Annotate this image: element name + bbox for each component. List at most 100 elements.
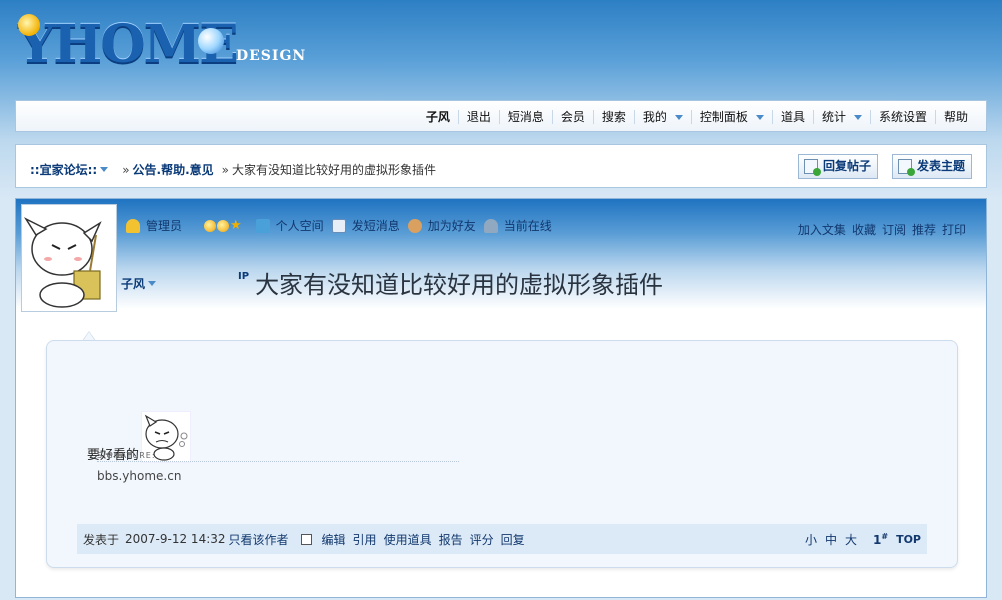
menu-item-members[interactable]: 会员: [551, 110, 593, 124]
breadcrumb-separator: »: [122, 162, 130, 177]
add-to-collection-link[interactable]: 加入文集: [798, 221, 846, 238]
menu-item-my[interactable]: 我的: [633, 110, 691, 124]
top-menu-bar: 子风 退出 短消息 会员 搜索 我的 控制面板 道具 统计 系统设置 帮助: [15, 100, 987, 132]
floor-mark: #: [881, 531, 889, 541]
menu-item-control-panel[interactable]: 控制面板: [690, 110, 772, 124]
rank-icons: ★: [204, 218, 248, 233]
menu-item-messages[interactable]: 短消息: [498, 110, 552, 124]
menu-label: 统计: [821, 110, 846, 124]
menu-item-username[interactable]: 子风: [418, 110, 458, 124]
recommend-link[interactable]: 推荐: [912, 221, 936, 238]
rate-link[interactable]: 评分: [470, 531, 494, 548]
personal-space-link[interactable]: 个人空间: [255, 217, 324, 234]
status-text: 当前在线: [503, 219, 552, 233]
link-label: 发短消息: [351, 219, 400, 233]
reply-link[interactable]: 回复: [501, 531, 525, 548]
menu-item-help[interactable]: 帮助: [934, 110, 976, 124]
font-size-small[interactable]: 小: [805, 531, 817, 548]
new-topic-button-label: 发表主题: [917, 159, 966, 173]
font-size-medium[interactable]: 中: [825, 531, 837, 548]
menu-item-tools[interactable]: 道具: [771, 110, 813, 124]
home-icon: [255, 218, 270, 233]
post-title: IP 大家有没知道比较好用的虚拟形象插件: [238, 265, 663, 300]
star-icon: ★: [230, 218, 242, 233]
post-container: 管理员 ★ 个人空间 发短消息 加为好友 当前在线 加入文集 收藏 订阅 推荐 …: [15, 198, 987, 598]
online-status: 当前在线: [483, 217, 552, 234]
favorite-link[interactable]: 收藏: [852, 221, 876, 238]
breadcrumb-current: 大家有没知道比较好用的虚拟形象插件: [232, 163, 437, 177]
menu-label: 系统设置: [878, 110, 927, 124]
menu-item-logout[interactable]: 退出: [457, 110, 499, 124]
print-link[interactable]: 打印: [942, 221, 966, 238]
breadcrumb-section[interactable]: 公告.帮助.意见: [133, 161, 214, 178]
chevron-down-icon[interactable]: [100, 167, 109, 172]
role-text: 管理员: [146, 219, 183, 233]
breadcrumb-separator: »: [221, 162, 230, 177]
smiley-icon: [204, 219, 217, 232]
avatar-figure-icon: [23, 217, 102, 308]
new-topic-button[interactable]: 发表主题: [892, 154, 973, 179]
author-name[interactable]: 子风: [121, 275, 157, 292]
menu-label: 我的: [642, 110, 667, 124]
posted-label: 发表于: [83, 532, 120, 547]
user-online-icon: [483, 218, 498, 233]
quote-link[interactable]: 引用: [353, 531, 377, 548]
nav-bar: ::宜家论坛:: » 公告.帮助.意见 » 大家有没知道比较好用的虚拟形象插件 …: [15, 144, 987, 188]
report-link[interactable]: 报告: [439, 531, 463, 548]
back-to-top-link[interactable]: TOP: [896, 533, 921, 546]
add-friend-link[interactable]: 加为好友: [407, 217, 476, 234]
logo-subtext: DESIGN: [236, 48, 307, 64]
username-text: 子风: [121, 277, 146, 291]
role-badge: 管理员: [126, 217, 182, 234]
post-date: 2007-9-12 14:32: [125, 532, 226, 546]
logo-sun-icon: [18, 14, 40, 36]
send-message-link[interactable]: 发短消息: [331, 217, 400, 234]
use-tool-link[interactable]: 使用道具: [384, 531, 432, 548]
signature-text: bbs.yhome.cn: [97, 469, 182, 483]
envelope-icon: [331, 218, 346, 233]
menu-item-settings[interactable]: 系统设置: [869, 110, 935, 124]
chevron-down-icon[interactable]: [674, 114, 683, 120]
menu-label: 短消息: [507, 110, 544, 124]
font-size-large[interactable]: 大: [845, 531, 857, 548]
post-title-text: 大家有没知道比较好用的虚拟形象插件: [255, 271, 664, 299]
avatar[interactable]: [21, 204, 117, 312]
link-label: 个人空间: [275, 219, 324, 233]
post-footer: 发表于 2007-9-12 14:32 只看该作者 编辑 引用 使用道具 报告 …: [77, 524, 927, 554]
new-topic-icon: [898, 159, 915, 176]
admin-icon: [126, 218, 140, 233]
menu-item-search[interactable]: 搜索: [592, 110, 634, 124]
ip-icon[interactable]: IP: [238, 271, 249, 282]
menu-label: 退出: [466, 110, 491, 124]
logo-globe-icon: [198, 28, 224, 54]
site-logo[interactable]: YHOME DESIGN: [18, 10, 318, 80]
post-content: 要好看的 SIGNATURE: bbs.yhome.cn 发表于 2007-9-…: [46, 340, 958, 568]
menu-label: 控制面板: [699, 110, 748, 124]
menu-label: 道具: [780, 110, 805, 124]
add-friend-icon: [407, 218, 422, 233]
chevron-down-icon[interactable]: [755, 114, 764, 120]
breadcrumb-forum[interactable]: ::宜家论坛::: [30, 161, 97, 178]
select-post-checkbox[interactable]: [300, 533, 312, 545]
edit-link[interactable]: 编辑: [322, 531, 346, 548]
reply-button[interactable]: 回复帖子: [798, 154, 879, 179]
only-author-link[interactable]: 只看该作者: [229, 531, 289, 548]
footer-right: 小 中 大 1# TOP: [797, 531, 921, 548]
menu-label: 搜索: [601, 110, 626, 124]
floor-number[interactable]: 1#: [865, 532, 888, 547]
reply-button-label: 回复帖子: [823, 159, 872, 173]
chevron-down-icon[interactable]: [853, 114, 862, 120]
chevron-down-icon[interactable]: [148, 281, 157, 286]
breadcrumb: ::宜家论坛:: » 公告.帮助.意见 » 大家有没知道比较好用的虚拟形象插件: [30, 161, 436, 178]
author-info-bar: 管理员 ★ 个人空间 发短消息 加为好友 当前在线: [126, 217, 560, 234]
reply-icon: [804, 159, 821, 176]
menu-label: 子风: [425, 110, 450, 124]
menu-label: 帮助: [943, 110, 968, 124]
menu-label: 会员: [560, 110, 585, 124]
menu-item-stats[interactable]: 统计: [812, 110, 870, 124]
post-tools: 加入文集 收藏 订阅 推荐 打印: [792, 221, 966, 238]
signature-label: SIGNATURE:: [97, 451, 459, 462]
smiley-icon: [217, 219, 230, 232]
subscribe-link[interactable]: 订阅: [882, 221, 906, 238]
link-label: 加为好友: [427, 219, 476, 233]
